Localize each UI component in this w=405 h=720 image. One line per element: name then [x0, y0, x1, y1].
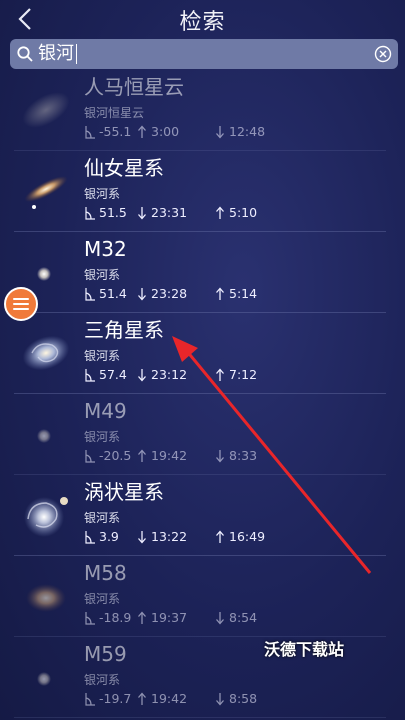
time-stat-2: 16:49: [214, 529, 265, 544]
object-stats: -18.9 19:37 8:54: [84, 610, 384, 628]
search-icon: [17, 46, 33, 62]
time-stat-1: 3:00: [136, 124, 179, 139]
object-thumbnail: [18, 570, 74, 622]
time-stat-1: 23:28: [136, 286, 187, 301]
altitude-stat: 3.9: [84, 529, 119, 544]
altitude-stat: 51.4: [84, 286, 127, 301]
object-category: 银河系: [84, 430, 121, 444]
object-name: M49: [84, 399, 127, 423]
object-stats: -55.1 3:00 12:48: [84, 124, 384, 142]
time-stat-1: 13:22: [136, 529, 187, 544]
time-stat-2: 5:14: [214, 286, 257, 301]
rise-arrow-icon: [216, 206, 224, 219]
set-arrow-icon: [216, 692, 224, 705]
object-thumbnail: [18, 165, 74, 217]
rise-arrow-icon: [138, 611, 146, 624]
time-stat-2: 7:12: [214, 367, 257, 382]
set-arrow-icon: [138, 287, 146, 300]
altitude-icon: [85, 449, 95, 463]
object-stats: -19.7 19:42 8:58: [84, 691, 384, 709]
time-stat-1: 19:42: [136, 691, 187, 706]
object-category: 银河系: [84, 187, 121, 201]
search-input[interactable]: 银河: [38, 41, 77, 67]
object-category: 银河系: [84, 268, 121, 282]
result-row[interactable]: 仙女星系银河系 51.5 23:31 5:10: [14, 151, 386, 232]
time-stat-1: 19:37: [136, 610, 187, 625]
object-thumbnail: [18, 489, 74, 541]
altitude-stat: -19.7: [84, 691, 131, 706]
object-thumbnail: [18, 651, 74, 703]
object-name: 仙女星系: [84, 156, 164, 180]
rise-arrow-icon: [138, 692, 146, 705]
result-row[interactable]: 人马恒星云银河恒星云 -55.1 3:00 12:48: [14, 70, 386, 151]
rise-arrow-icon: [216, 287, 224, 300]
set-arrow-icon: [138, 530, 146, 543]
set-arrow-icon: [138, 206, 146, 219]
result-row[interactable]: M32 银河系 51.4 23:28 5:14: [14, 232, 386, 313]
object-stats: 3.9 13:22 16:49: [84, 529, 384, 547]
menu-button[interactable]: [4, 287, 38, 321]
menu-icon: [13, 298, 29, 300]
set-arrow-icon: [138, 368, 146, 381]
result-row[interactable]: M58 银河系 -18.9 19:37 8:54: [14, 556, 386, 637]
altitude-icon: [85, 287, 95, 301]
object-name: M32: [84, 237, 127, 261]
object-stats: 51.4 23:28 5:14: [84, 286, 384, 304]
altitude-stat: -20.5: [84, 448, 131, 463]
altitude-stat: -55.1: [84, 124, 131, 139]
set-arrow-icon: [216, 449, 224, 462]
result-row[interactable]: M49 银河系 -20.5 19:42 8:33: [14, 394, 386, 475]
set-arrow-icon: [216, 611, 224, 624]
object-stats: 51.5 23:31 5:10: [84, 205, 384, 223]
altitude-icon: [85, 206, 95, 220]
rise-arrow-icon: [138, 125, 146, 138]
object-category: 银河系: [84, 592, 121, 606]
object-stats: -20.5 19:42 8:33: [84, 448, 384, 466]
time-stat-2: 8:58: [214, 691, 257, 706]
object-name: M58: [84, 561, 127, 585]
set-arrow-icon: [216, 125, 224, 138]
time-stat-2: 8:33: [214, 448, 257, 463]
result-row[interactable]: 三角星系银河系 57.4 23:12 7:12: [14, 313, 386, 394]
result-row[interactable]: 涡状星系银河系 3.9 13:22 16:49: [14, 475, 386, 556]
object-thumbnail: [18, 327, 74, 379]
altitude-stat: 51.5: [84, 205, 127, 220]
object-category: 银河系: [84, 349, 121, 363]
object-thumbnail: [18, 84, 74, 136]
altitude-icon: [85, 692, 95, 706]
object-stats: 57.4 23:12 7:12: [84, 367, 384, 385]
time-stat-1: 19:42: [136, 448, 187, 463]
object-category: 银河系: [84, 673, 121, 687]
time-stat-1: 23:12: [136, 367, 187, 382]
altitude-icon: [85, 125, 95, 139]
watermark-text: 沃德下载站: [264, 640, 345, 659]
object-thumbnail: [18, 408, 74, 460]
object-name: 人马恒星云: [84, 75, 184, 99]
rise-arrow-icon: [138, 449, 146, 462]
page-title: 检索: [179, 10, 226, 35]
object-name: M59: [84, 642, 127, 666]
altitude-icon: [85, 611, 95, 625]
object-category: 银河恒星云: [84, 106, 145, 120]
time-stat-2: 5:10: [214, 205, 257, 220]
object-category: 银河系: [84, 511, 121, 525]
rise-arrow-icon: [216, 368, 224, 381]
time-stat-1: 23:31: [136, 205, 187, 220]
clear-icon[interactable]: [374, 45, 392, 63]
altitude-icon: [85, 368, 95, 382]
altitude-stat: -18.9: [84, 610, 131, 625]
object-name: 涡状星系: [84, 480, 164, 504]
top-bar: 检索: [0, 0, 405, 38]
results-list: 人马恒星云银河恒星云 -55.1 3:00 12:48 仙女星系银河系 51.5 23:31…: [0, 70, 405, 718]
object-name: 三角星系: [84, 318, 164, 342]
altitude-icon: [85, 530, 95, 544]
altitude-stat: 57.4: [84, 367, 127, 382]
rise-arrow-icon: [216, 530, 224, 543]
time-stat-2: 8:54: [214, 610, 257, 625]
search-bar[interactable]: 银河: [10, 39, 398, 69]
time-stat-2: 12:48: [214, 124, 265, 139]
